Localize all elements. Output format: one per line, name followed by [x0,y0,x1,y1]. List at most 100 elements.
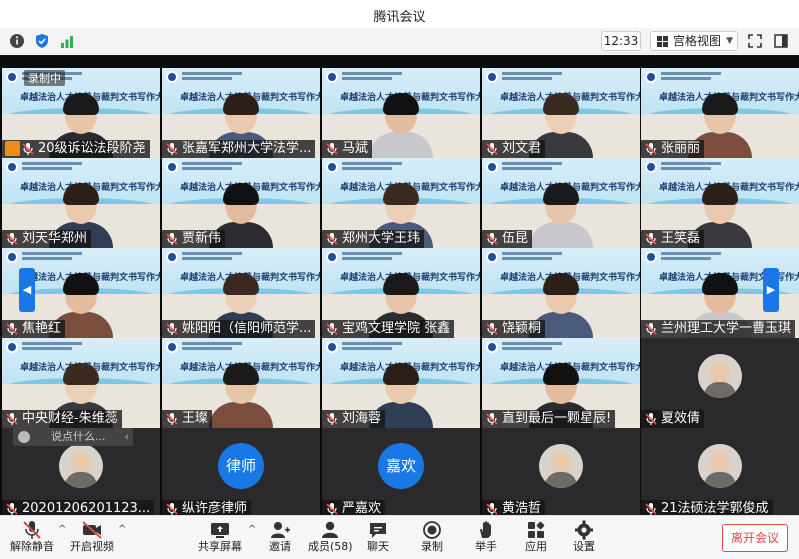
share-screen-label: 共享屏幕 [198,540,242,553]
court-logo-icon [166,341,178,353]
participant-tile[interactable]: 卓越法治人才培养与裁判文书写作大赛中央财经-朱维蕊 [2,338,160,428]
participant-tile[interactable]: 卓越法治人才培养与裁判文书写作大赛刘海蓉 [322,338,480,428]
share-screen-button[interactable]: 共享屏幕 [196,518,244,559]
grid-view-icon [657,36,668,47]
share-options-chevron-icon[interactable]: ^ [248,524,256,535]
participant-name-text: 中央财经-朱维蕊 [22,411,118,426]
court-logo-icon [645,71,657,83]
participant-name: 饶颖桐 [482,320,546,338]
apps-icon [528,521,545,538]
raise-hand-icon [480,521,491,538]
participant-tile[interactable]: 卓越法治人才培养与裁判文书写作大赛张丽丽 [641,68,799,158]
participant-video [529,183,593,248]
participant-name-text: 王笑磊 [661,231,701,246]
participant-name-text: 兰州理工大学一曹玉琪 [661,321,792,336]
info-icon[interactable] [8,32,26,50]
view-mode-label: 宫格视图 [673,34,722,48]
mic-muted-icon [23,521,41,539]
signal-strength-icon[interactable] [58,32,76,50]
participant-name: 张丽丽 [641,140,705,158]
video-options-chevron-icon[interactable]: ^ [118,524,126,535]
fullscreen-icon[interactable] [746,32,764,50]
mic-muted-icon [645,503,657,515]
mic-muted-icon [326,143,338,155]
invite-button[interactable]: 邀请 [264,518,296,559]
members-button[interactable]: 成员(58) [308,518,353,559]
court-logo-icon [166,71,178,83]
settings-label: 设置 [573,540,595,553]
participant-tile[interactable]: 嘉欢 严嘉欢 [322,428,480,518]
participant-name-text: 21法硕法学郭俊成 [661,501,769,516]
view-mode-button[interactable]: 宫格视图 ▼ [650,31,738,51]
participant-name: 兰州理工大学一曹玉琪 [641,320,796,338]
court-logo-icon [6,251,18,263]
mic-muted-icon [326,233,338,245]
leave-meeting-button[interactable]: 离开会议 [722,524,788,552]
court-logo-icon [486,251,498,263]
participant-tile[interactable]: 卓越法治人才培养与裁判文书写作大赛王璨 [162,338,320,428]
mic-muted-icon [6,503,18,515]
start-video-button[interactable]: 开启视频 [70,518,114,559]
apps-label: 应用 [525,540,547,553]
participant-tile[interactable]: 黄浩哲 [482,428,640,518]
participant-name: 刘海蓉 [322,410,386,428]
participant-tile[interactable]: 卓越法治人才培养与裁判文书写作大赛王笑磊 [641,158,799,248]
participant-name: 宝鸡文理学院 张鑫 [322,320,455,338]
participant-name-text: 焦艳红 [22,321,62,336]
participant-tile[interactable]: 卓越法治人才培养与裁判文书写作大赛郑州大学王玮 [322,158,480,248]
unmute-button[interactable]: 解除静音 [10,518,54,559]
participant-name-text: 刘天华郑州 [22,231,88,246]
mic-muted-icon [166,233,178,245]
chevron-left-icon[interactable]: ‹ [125,428,129,446]
court-logo-icon [486,161,498,173]
avatar [59,444,103,488]
participant-tile[interactable]: 律师 纵许彦律师 [162,428,320,518]
court-logo-icon [166,161,178,173]
court-logo-icon [6,341,18,353]
participant-name: 王璨 [162,410,213,428]
audio-options-chevron-icon[interactable]: ^ [58,524,66,535]
apps-button[interactable]: 应用 [522,518,550,559]
participant-name-text: 姚阳阳（信阳师范学... [182,321,312,336]
share-screen-icon [211,523,229,538]
participant-name-text: 马斌 [342,141,369,156]
security-shield-icon[interactable] [33,32,51,50]
participant-tile[interactable]: 夏效倩 [641,338,799,428]
participant-tile[interactable]: 卓越法治人才培养与裁判文书写作大赛刘文君 [482,68,640,158]
participant-tile[interactable]: 卓越法治人才培养与裁判文书写作大赛刘天华郑州 [2,158,160,248]
participant-tile[interactable]: 卓越法治人才培养与裁判文书写作大赛直到最后一颗星辰! [482,338,640,428]
meeting-toolbar: 解除静音 ^ 开启视频 ^ 共享屏幕 ^ 邀请 成员(58) 聊天 录制 举手 … [0,515,799,559]
mic-muted-icon [326,413,338,425]
court-logo-icon [645,251,657,263]
participant-name-text: 20级诉讼法段阶尧 [38,141,146,156]
start-video-label: 开启视频 [70,540,114,553]
chevron-down-icon: ▼ [726,36,733,46]
chat-input[interactable]: 说点什么... ‹ [13,428,133,446]
court-logo-icon [326,71,338,83]
participant-name: 郑州大学王玮 [322,230,425,248]
participant-tile[interactable]: 卓越法治人才培养与裁判文书写作大赛马斌 [322,68,480,158]
participant-tile[interactable]: 卓越法治人才培养与裁判文书写作大赛贾新伟 [162,158,320,248]
participant-tile[interactable]: 卓越法治人才培养与裁判文书写作大赛饶颖桐 [482,248,640,338]
participant-tile[interactable]: 卓越法治人才培养与裁判文书写作大赛姚阳阳（信阳师范学... [162,248,320,338]
participant-tile[interactable]: 21法硕法学郭俊成 [641,428,799,518]
court-logo-icon [326,341,338,353]
raise-hand-button[interactable]: 举手 [472,518,500,559]
next-page-button[interactable]: ▶ [763,268,779,312]
prev-page-button[interactable]: ◀ [19,268,35,312]
participant-name: 焦艳红 [2,320,66,338]
sidebar-toggle-icon[interactable] [772,32,790,50]
settings-button[interactable]: 设置 [570,518,598,559]
record-button[interactable]: 录制 [418,518,446,559]
participant-name-text: 刘文君 [502,141,542,156]
chat-button[interactable]: 聊天 [364,518,392,559]
participant-name: 张嘉军郑州大学法学... [162,140,316,158]
participant-tile[interactable]: 卓越法治人才培养与裁判文书写作大赛张嘉军郑州大学法学... [162,68,320,158]
participant-name-text: 纵许彦律师 [182,501,248,516]
participant-tile[interactable]: 卓越法治人才培养与裁判文书写作大赛宝鸡文理学院 张鑫 [322,248,480,338]
mic-muted-icon [645,143,657,155]
participant-tile[interactable]: 卓越法治人才培养与裁判文书写作大赛伍昆 [482,158,640,248]
participant-name: 贾新伟 [162,230,226,248]
participant-name: 伍昆 [482,230,533,248]
participant-name: 20级诉讼法段阶尧 [2,140,150,158]
